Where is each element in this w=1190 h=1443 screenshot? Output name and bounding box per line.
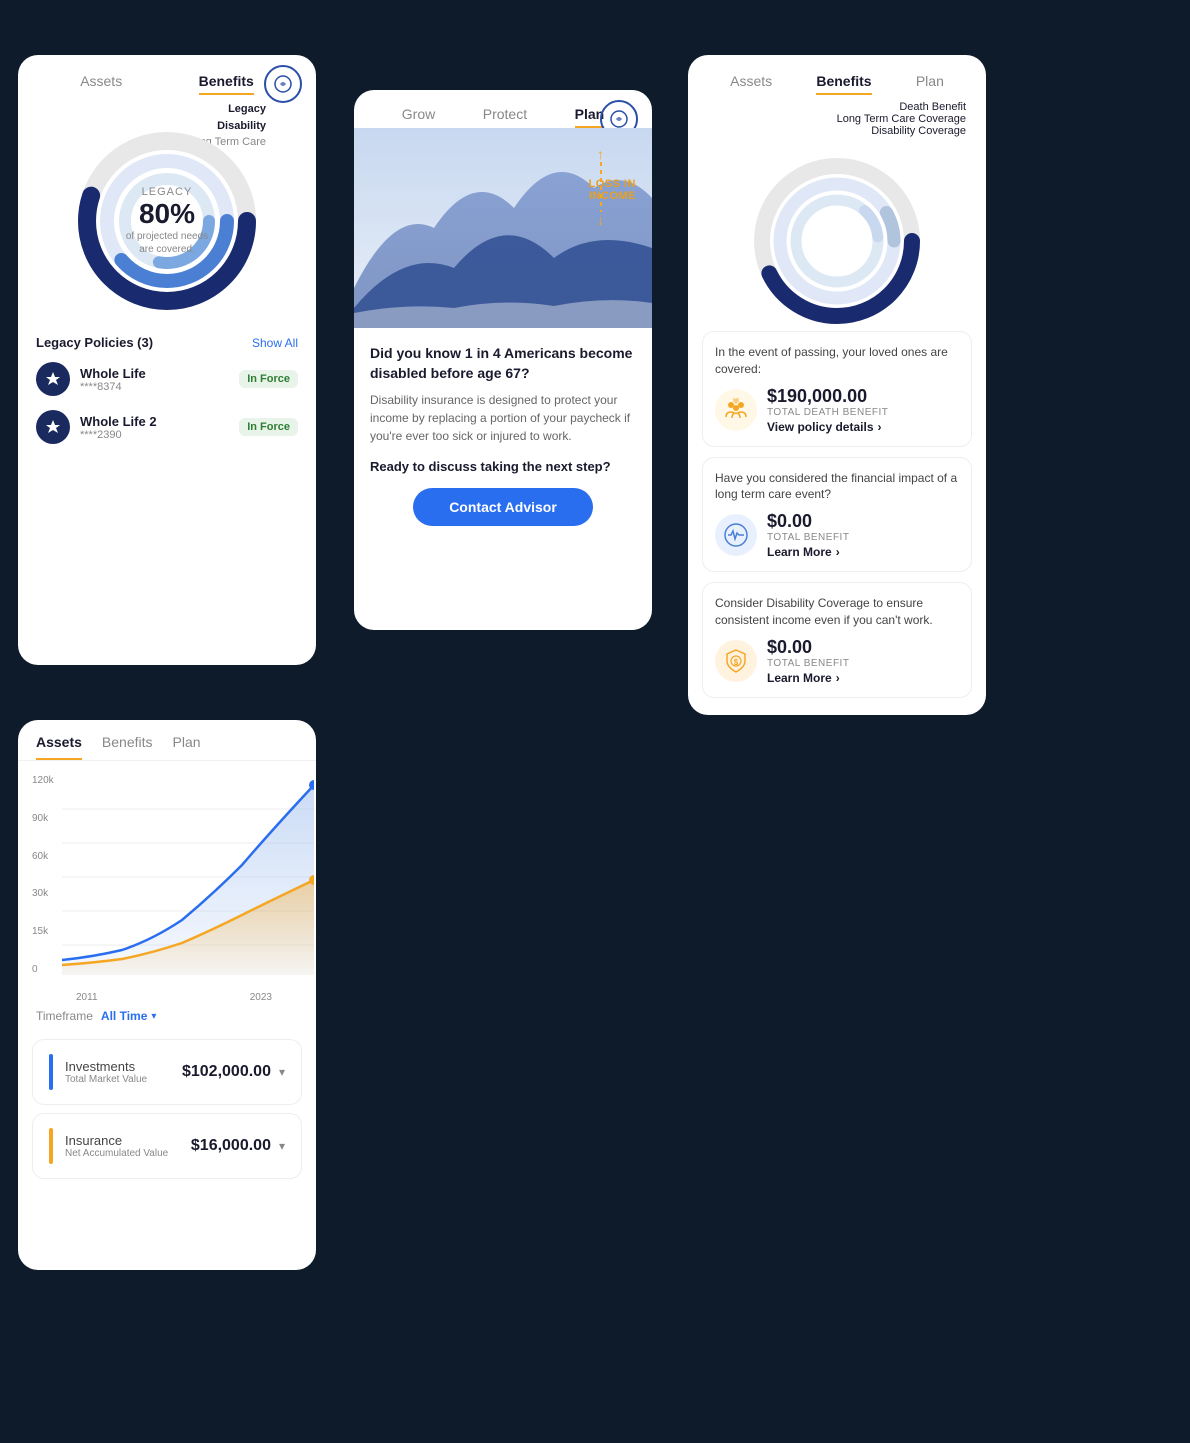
policies-section: Legacy Policies (3) Show All Whole Life …: [18, 321, 316, 444]
insurance-chevron[interactable]: ▾: [279, 1139, 285, 1153]
timeframe-row: Timeframe All Time ▾: [18, 1001, 316, 1031]
benefits-card: Assets Benefits Legacy Disability Long T…: [18, 55, 316, 665]
policy-item-2: Whole Life 2 ****2390 In Force: [36, 410, 298, 444]
benefit-item-disability: Consider Disability Coverage to ensure c…: [702, 582, 972, 698]
tab-protect[interactable]: Protect: [483, 106, 527, 128]
policies-header: Legacy Policies (3) Show All: [36, 335, 298, 350]
investments-bar: [49, 1054, 53, 1090]
assets-tabs: Assets Benefits Plan: [18, 720, 316, 761]
view-policy-link[interactable]: View policy details ›: [767, 420, 888, 434]
discuss-text: Ready to discuss taking the next step?: [370, 459, 636, 474]
tab-benefits-1[interactable]: Benefits: [199, 73, 254, 95]
heart-monitor-icon: [715, 514, 757, 556]
logo-icon-1: [264, 65, 302, 103]
policy-info-1: Whole Life ****8374: [80, 366, 239, 393]
benefit-items-section: In the event of passing, your loved ones…: [688, 331, 986, 698]
arrow-indicator: ↑ ↓: [597, 146, 604, 228]
policy-info-2: Whole Life 2 ****2390: [80, 414, 239, 441]
assets-card: Assets Benefits Plan 0 15k 30k 60k 90k 1…: [18, 720, 316, 1270]
plan-question: Did you know 1 in 4 Americans become dis…: [370, 344, 636, 383]
tab-benefits-3[interactable]: Benefits: [816, 73, 871, 95]
tab-benefits-4[interactable]: Benefits: [102, 734, 153, 760]
benefit-item-death: In the event of passing, your loved ones…: [702, 331, 972, 447]
plan-description: Disability insurance is designed to prot…: [370, 391, 636, 445]
assets-chart-area: 0 15k 30k 60k 90k 120k: [18, 761, 316, 1001]
x-axis: 2011 2023: [32, 990, 302, 1003]
learn-more-ltc-link[interactable]: Learn More ›: [767, 545, 849, 559]
timeframe-chevron: ▾: [151, 1011, 156, 1022]
right-donut: [747, 151, 927, 331]
policy-item-1: Whole Life ****8374 In Force: [36, 362, 298, 396]
tab-assets-1[interactable]: Assets: [80, 73, 122, 95]
tab-grow[interactable]: Grow: [402, 106, 435, 128]
timeframe-select[interactable]: All Time: [101, 1009, 147, 1023]
in-force-badge-1: In Force: [239, 370, 298, 388]
benefits-right-card: Assets Benefits Plan Death Benefit Long …: [688, 55, 986, 715]
right-legend: Death Benefit Long Term Care Coverage Di…: [688, 95, 986, 143]
tab-plan-4[interactable]: Plan: [173, 734, 201, 760]
line-chart-svg: [62, 775, 314, 985]
asset-item-investments: Investments Total Market Value $102,000.…: [32, 1039, 302, 1105]
card1-header: Assets Benefits: [18, 55, 316, 95]
card3-header: Assets Benefits Plan: [688, 55, 986, 95]
mountain-chart: LOSS IN INCOME ↑ ↓: [354, 128, 652, 328]
tab-assets-4[interactable]: Assets: [36, 734, 82, 760]
benefit-item-ltc: Have you considered the financial impact…: [702, 457, 972, 573]
card2-header: Grow Protect Plan: [354, 90, 652, 128]
svg-text:$: $: [734, 658, 739, 667]
asset-item-insurance: Insurance Net Accumulated Value $16,000.…: [32, 1113, 302, 1179]
plan-card: Grow Protect Plan: [354, 90, 652, 630]
learn-more-disability-link[interactable]: Learn More ›: [767, 671, 849, 685]
donut-chart: LEGACY 80% of projected needs are covere…: [67, 121, 267, 321]
tab-plan-3[interactable]: Plan: [916, 73, 944, 95]
insurance-bar: [49, 1128, 53, 1164]
y-axis: 0 15k 30k 60k 90k 120k: [32, 775, 54, 975]
plan-content: Did you know 1 in 4 Americans become dis…: [354, 328, 652, 542]
in-force-badge-2: In Force: [239, 418, 298, 436]
policy-icon-2: [36, 410, 70, 444]
people-icon: [715, 389, 757, 431]
shield-dollar-icon: $: [715, 640, 757, 682]
donut-section: Legacy Disability Long Term Care LEGACY: [18, 101, 316, 321]
show-all-link[interactable]: Show All: [252, 336, 298, 350]
policy-icon-1: [36, 362, 70, 396]
tab-assets-3[interactable]: Assets: [730, 73, 772, 95]
contact-advisor-button[interactable]: Contact Advisor: [413, 488, 593, 526]
loss-income-label: LOSS IN INCOME: [588, 178, 636, 202]
investments-chevron[interactable]: ▾: [279, 1065, 285, 1079]
donut-center: LEGACY 80% of projected needs are covere…: [126, 186, 208, 256]
policies-title: Legacy Policies (3): [36, 335, 153, 350]
